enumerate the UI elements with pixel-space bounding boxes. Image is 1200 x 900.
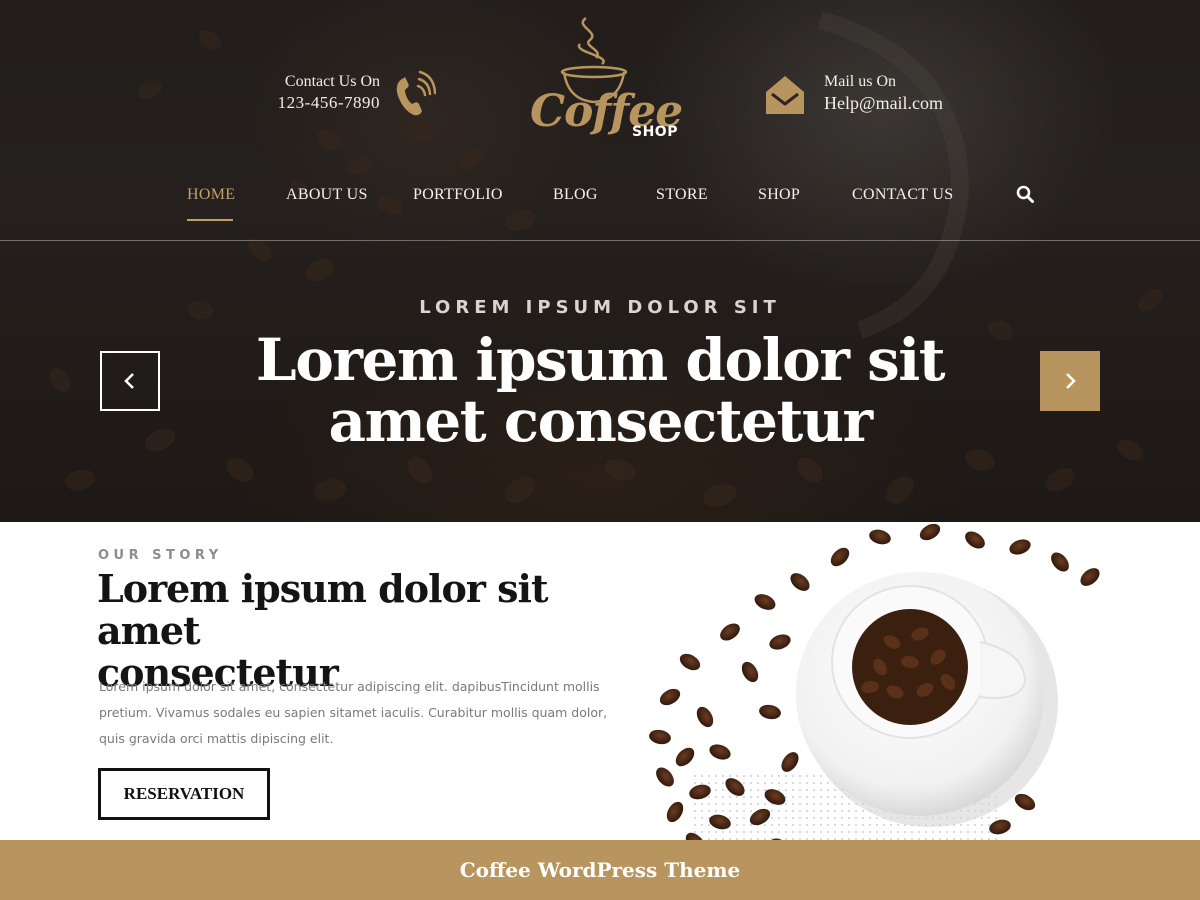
nav-item-home[interactable]: HOME	[187, 186, 235, 204]
story-kicker: OUR STORY	[98, 548, 223, 563]
contact-label: Contact Us On	[284, 73, 380, 90]
phone-icon	[396, 70, 436, 116]
reservation-button[interactable]: RESERVATION	[98, 768, 270, 820]
nav-divider	[0, 240, 1200, 241]
mail-block: Mail us On Help@mail.com	[824, 72, 943, 114]
nav-item-shop[interactable]: SHOP	[758, 186, 800, 204]
hero-title: Lorem ipsum dolor sit amet consectetur	[250, 330, 950, 452]
nav-item-store[interactable]: STORE	[656, 186, 708, 204]
contact-phone[interactable]: 123-456-7890	[250, 92, 380, 114]
search-icon[interactable]	[1016, 185, 1034, 203]
story-text: Lorem ipsum dolor sit amet, consectetur …	[99, 679, 608, 746]
logo-shop: SHOP	[632, 124, 678, 140]
coffee-shop-logo[interactable]: Coffee SHOP	[524, 14, 684, 150]
nav-item-contact-us[interactable]: CONTACT US	[852, 186, 953, 204]
story-title-line-1: Lorem ipsum dolor sit amet	[97, 566, 548, 653]
contact-block: Contact Us On 123-456-7890	[250, 72, 380, 114]
mail-label: Mail us On	[824, 73, 896, 90]
mail-address[interactable]: Help@mail.com	[824, 92, 943, 114]
hero-title-line-1: Lorem ipsum dolor sit	[255, 326, 946, 394]
hero-title-line-2: amet consectetur	[328, 387, 873, 455]
hero-section: Contact Us On 123-456-7890 Coffee SHOP M…	[0, 0, 1200, 522]
hero-kicker: LOREM IPSUM DOLOR SIT	[419, 297, 781, 318]
nav-item-blog[interactable]: BLOG	[553, 186, 598, 204]
nav-item-portfolio[interactable]: PORTFOLIO	[413, 186, 503, 204]
nav-active-underline	[187, 219, 233, 221]
slider-next-button[interactable]	[1040, 351, 1100, 411]
footer-bar: Coffee WordPress Theme	[0, 840, 1200, 900]
chevron-left-icon	[124, 373, 134, 389]
nav-item-about-us[interactable]: ABOUT US	[286, 186, 368, 204]
envelope-icon	[766, 76, 804, 114]
slider-prev-button[interactable]	[100, 351, 160, 411]
chevron-right-icon	[1066, 373, 1076, 389]
footer-text: Coffee WordPress Theme	[459, 858, 741, 882]
